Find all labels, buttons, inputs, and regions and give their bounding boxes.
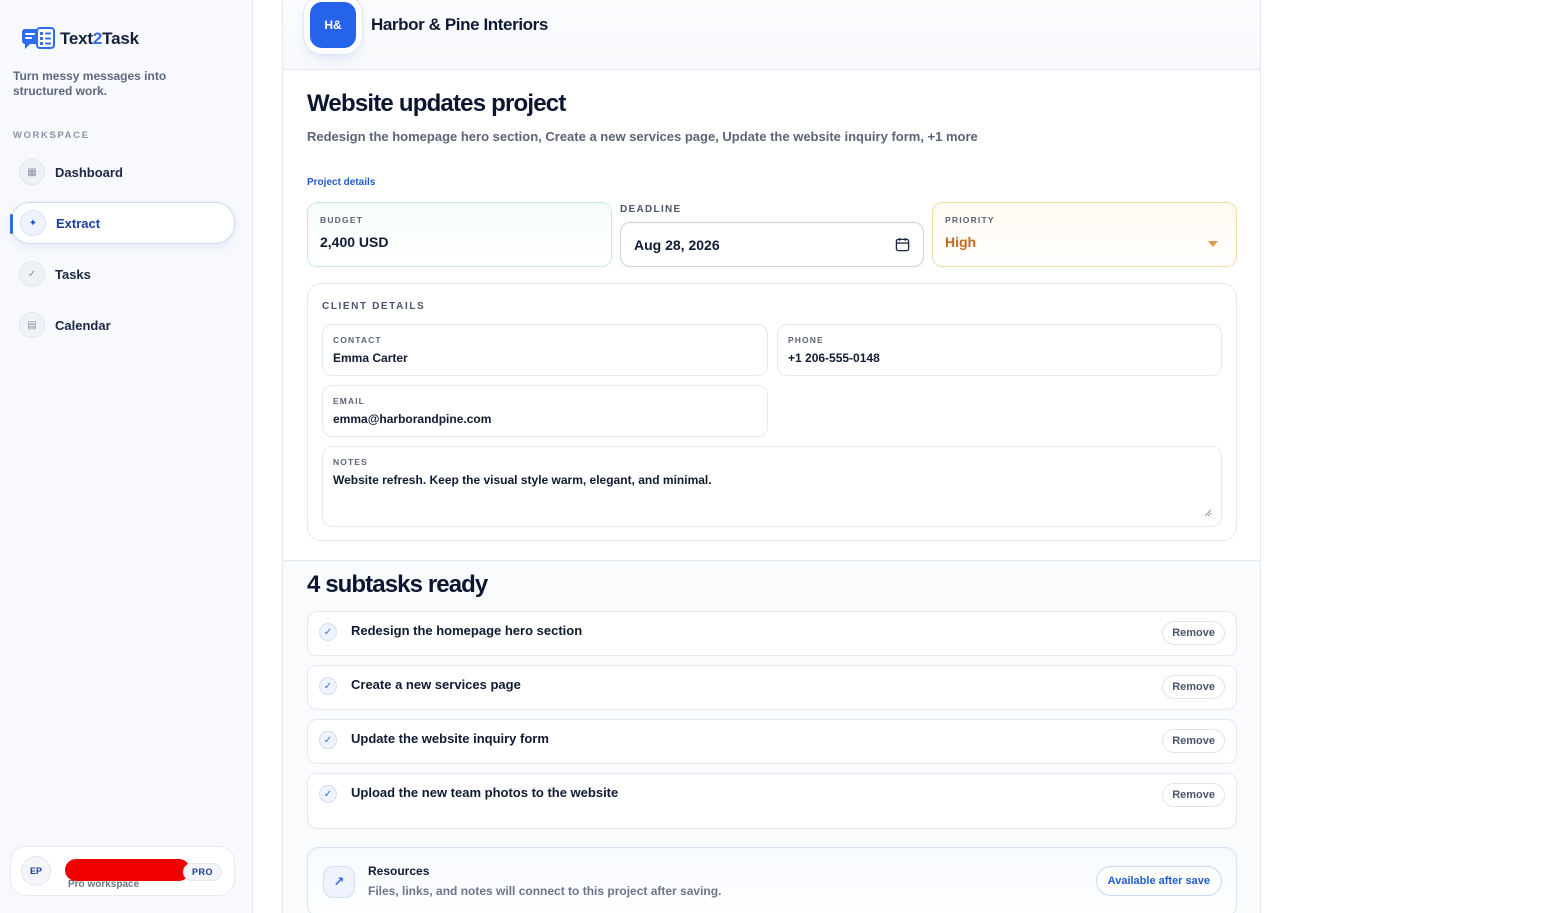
tagline: Turn messy messages into structured work… bbox=[13, 69, 167, 98]
project-card: H& Harbor & Pine Interiors Website updat… bbox=[282, 0, 1261, 913]
project-summary: Redesign the homepage hero section, Crea… bbox=[307, 129, 978, 144]
remove-subtask-button[interactable]: Remove bbox=[1162, 621, 1225, 645]
priority-value: High bbox=[945, 234, 977, 250]
company-header: H& Harbor & Pine Interiors bbox=[283, 0, 1260, 70]
phone-label: PHONE bbox=[788, 335, 824, 345]
arrow-up-right-icon: ↗ bbox=[323, 866, 355, 898]
sparkle-icon: ✦ bbox=[20, 210, 46, 236]
client-details-title: CLIENT DETAILS bbox=[322, 301, 426, 312]
resources-subtitle: Files, links, and notes will connect to … bbox=[368, 884, 722, 898]
sidebar-item-label: Extract bbox=[56, 215, 101, 231]
user-card[interactable]: EP Pro workspace PRO bbox=[10, 846, 235, 896]
budget-label: BUDGET bbox=[320, 215, 364, 225]
subtasks-title: 4 subtasks ready bbox=[307, 571, 488, 598]
subtask-text: Create a new services page bbox=[351, 677, 521, 692]
sidebar: Text2Task Turn messy messages into struc… bbox=[0, 0, 253, 913]
priority-select[interactable]: PRIORITY High bbox=[932, 202, 1237, 267]
chat-checklist-icon bbox=[22, 27, 55, 49]
remove-subtask-button[interactable]: Remove bbox=[1162, 783, 1225, 807]
subtask-row: ✓ Redesign the homepage hero section Rem… bbox=[307, 611, 1237, 656]
deadline-label: DEADLINE bbox=[620, 204, 682, 215]
resources-title: Resources bbox=[368, 864, 430, 878]
remove-subtask-button[interactable]: Remove bbox=[1162, 729, 1225, 753]
resources-panel: ↗ Resources Files, links, and notes will… bbox=[307, 847, 1237, 913]
notes-label: NOTES bbox=[333, 457, 368, 467]
check-icon[interactable]: ✓ bbox=[319, 785, 337, 803]
sidebar-item-label: Tasks bbox=[55, 266, 91, 282]
subtask-text: Redesign the homepage hero section bbox=[351, 623, 583, 638]
contact-field[interactable]: CONTACT Emma Carter bbox=[322, 324, 768, 376]
redacted-user-name bbox=[65, 859, 190, 881]
subtask-row: ✓ Update the website inquiry form Remove bbox=[307, 719, 1237, 764]
brand-name: Text2Task bbox=[60, 29, 139, 48]
sidebar-item-dashboard[interactable]: ▦ Dashboard bbox=[10, 151, 235, 193]
section-label-workspace: WORKSPACE bbox=[13, 130, 90, 141]
deadline-value: Aug 28, 2026 bbox=[634, 236, 720, 253]
user-info: Pro workspace bbox=[63, 856, 190, 890]
budget-value: 2,400 USD bbox=[320, 234, 389, 250]
priority-label: PRIORITY bbox=[945, 215, 995, 225]
check-icon[interactable]: ✓ bbox=[319, 731, 337, 749]
calendar-icon: ▤ bbox=[19, 312, 45, 338]
available-after-save-button[interactable]: Available after save bbox=[1095, 866, 1222, 896]
company-logo: H& bbox=[310, 2, 356, 48]
avatar: EP bbox=[21, 856, 51, 886]
budget-field[interactable]: BUDGET 2,400 USD bbox=[307, 202, 612, 267]
calendar-icon[interactable] bbox=[895, 237, 910, 252]
grid-icon: ▦ bbox=[19, 159, 45, 185]
contact-label: CONTACT bbox=[333, 335, 382, 345]
subtasks-section: 4 subtasks ready ✓ Redesign the homepage… bbox=[283, 560, 1260, 913]
sidebar-item-extract[interactable]: ✦ Extract bbox=[10, 202, 235, 244]
resize-grip-icon[interactable] bbox=[1204, 509, 1212, 517]
project-details-link[interactable]: Project details bbox=[307, 177, 375, 188]
deadline-date-input[interactable]: Aug 28, 2026 bbox=[620, 222, 924, 267]
sidebar-item-tasks[interactable]: ✓ Tasks bbox=[10, 253, 235, 295]
remove-subtask-button[interactable]: Remove bbox=[1162, 675, 1225, 699]
project-title: Website updates project bbox=[307, 90, 566, 117]
subtask-row: ✓ Create a new services page Remove bbox=[307, 665, 1237, 710]
client-details: CLIENT DETAILS CONTACT Emma Carter PHONE… bbox=[307, 283, 1237, 541]
phone-field[interactable]: PHONE +1 206-555-0148 bbox=[777, 324, 1222, 376]
chevron-down-icon bbox=[1208, 241, 1218, 247]
email-value: emma@harborandpine.com bbox=[333, 412, 492, 426]
subtask-text: Update the website inquiry form bbox=[351, 731, 549, 746]
email-field[interactable]: EMAIL emma@harborandpine.com bbox=[322, 385, 768, 437]
sidebar-item-label: Calendar bbox=[55, 317, 111, 333]
email-label: EMAIL bbox=[333, 396, 365, 406]
sidebar-item-calendar[interactable]: ▤ Calendar bbox=[10, 304, 235, 346]
phone-value: +1 206-555-0148 bbox=[788, 351, 880, 365]
company-name: Harbor & Pine Interiors bbox=[371, 15, 548, 34]
notes-textarea[interactable]: NOTES Website refresh. Keep the visual s… bbox=[322, 446, 1222, 527]
sidebar-item-label: Dashboard bbox=[55, 164, 123, 180]
contact-value: Emma Carter bbox=[333, 351, 408, 365]
notes-value: Website refresh. Keep the visual style w… bbox=[333, 473, 712, 487]
subtask-text: Upload the new team photos to the websit… bbox=[351, 785, 619, 800]
check-icon: ✓ bbox=[19, 261, 45, 287]
brand[interactable]: Text2Task bbox=[21, 27, 139, 51]
check-icon[interactable]: ✓ bbox=[319, 623, 337, 641]
subtask-row: ✓ Upload the new team photos to the webs… bbox=[307, 773, 1237, 829]
check-icon[interactable]: ✓ bbox=[319, 677, 337, 695]
plan-badge: PRO bbox=[182, 863, 222, 881]
